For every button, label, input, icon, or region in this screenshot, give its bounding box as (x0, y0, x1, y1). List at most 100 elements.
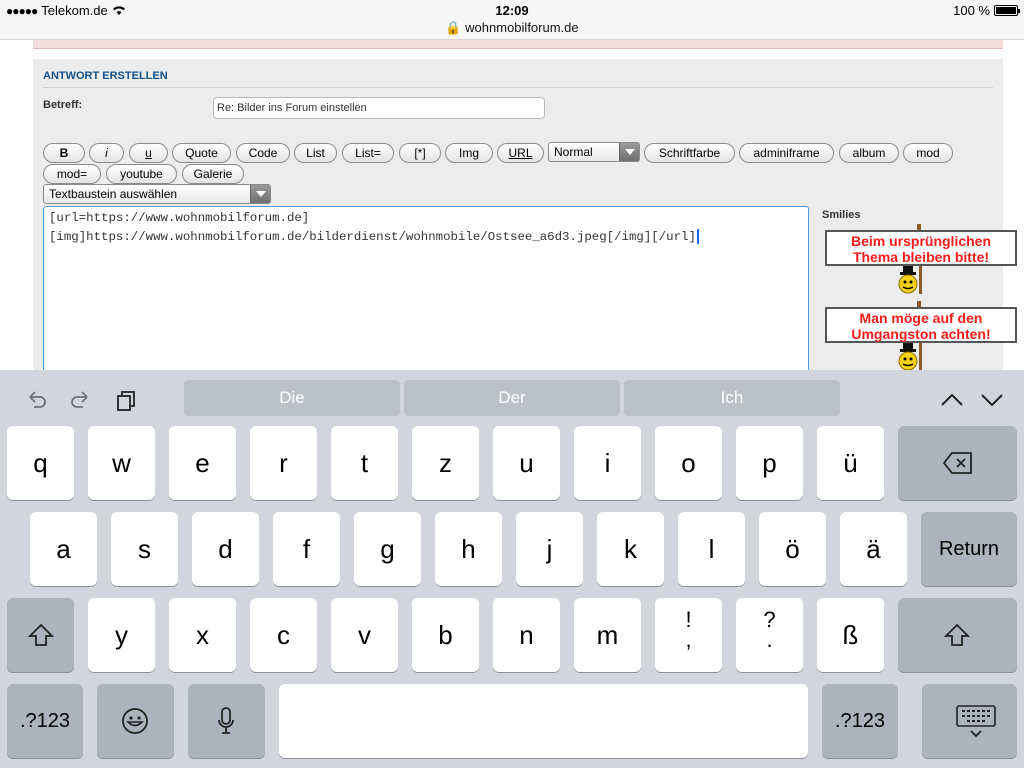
key-c[interactable]: c (250, 598, 317, 672)
key-u-umlaut[interactable]: ü (817, 426, 884, 500)
address-url: wohnmobilforum.de (465, 20, 579, 35)
list-button[interactable]: List (294, 143, 337, 163)
key-e[interactable]: e (169, 426, 236, 500)
key-o[interactable]: o (655, 426, 722, 500)
notice-bar (33, 40, 1003, 49)
key-z[interactable]: z (412, 426, 479, 500)
key-d[interactable]: d (192, 512, 259, 586)
shift-icon (28, 623, 54, 646)
message-textarea[interactable]: [url=https://www.wohnmobilforum.de] [img… (43, 206, 809, 381)
key-u[interactable]: u (493, 426, 560, 500)
key-r[interactable]: r (250, 426, 317, 500)
shift-key-left[interactable] (7, 598, 74, 672)
key-x[interactable]: x (169, 598, 236, 672)
numbers-key-right[interactable]: .?123 (822, 684, 898, 758)
text-snippet-select[interactable]: Textbaustein auswählen (43, 184, 271, 204)
smiley-top-hat-icon (898, 264, 922, 294)
key-o-umlaut[interactable]: ö (759, 512, 826, 586)
list-item-button[interactable]: [*] (399, 143, 441, 163)
key-a[interactable]: a (30, 512, 97, 586)
list-ordered-button[interactable]: List= (342, 143, 394, 163)
dictation-key[interactable] (188, 684, 265, 758)
italic-button[interactable]: i (89, 143, 124, 163)
font-color-button[interactable]: Schriftfarbe (644, 143, 735, 163)
dropdown-arrow-icon (250, 185, 270, 203)
suggestion-der[interactable]: Der (404, 380, 620, 416)
message-line-2: [img]https://www.wohnmobilforum.de/bilde… (49, 230, 696, 244)
microphone-icon (218, 707, 234, 734)
key-exclamation-comma[interactable]: ! , (655, 598, 722, 672)
key-comma-label: , (685, 627, 692, 652)
panel-title: ANTWORT ERSTELLEN (43, 70, 168, 82)
smiley-top-hat-icon (898, 341, 922, 371)
emoji-key[interactable] (97, 684, 174, 758)
paste-icon[interactable] (115, 388, 139, 412)
code-button[interactable]: Code (236, 143, 290, 163)
backspace-key[interactable] (898, 426, 1017, 500)
url-button[interactable]: URL (497, 143, 544, 163)
shift-key-right[interactable] (898, 598, 1017, 672)
bold-button[interactable]: B (43, 143, 85, 163)
key-g[interactable]: g (354, 512, 421, 586)
smilies-label: Smilies (822, 209, 861, 221)
lock-icon: 🔒 (445, 20, 462, 35)
suggestion-die[interactable]: Die (184, 380, 400, 416)
key-l[interactable]: l (678, 512, 745, 586)
key-t[interactable]: t (331, 426, 398, 500)
address-bar[interactable]: 🔒 wohnmobilforum.de (0, 20, 1024, 36)
font-size-value: Normal (554, 145, 593, 159)
smiley-tone-sign[interactable]: Man möge auf den Umgangston achten! (825, 301, 1017, 371)
img-button[interactable]: Img (445, 143, 493, 163)
smiley-topic-sign[interactable]: Beim ursprünglichen Thema bleiben bitte! (825, 224, 1017, 294)
key-m[interactable]: m (574, 598, 641, 672)
mod-equals-button[interactable]: mod= (43, 164, 101, 184)
key-y[interactable]: y (88, 598, 155, 672)
mod-button[interactable]: mod (903, 143, 953, 163)
hide-keyboard-key[interactable] (922, 684, 1017, 758)
space-bar[interactable] (279, 684, 808, 758)
status-bar: ●●●●● Telekom.de 12:09 🔒 wohnmobilforum.… (0, 0, 1024, 40)
key-h[interactable]: h (435, 512, 502, 586)
key-i[interactable]: i (574, 426, 641, 500)
key-s[interactable]: s (111, 512, 178, 586)
numbers-key-left[interactable]: .?123 (7, 684, 83, 758)
battery-percent: 100 % (953, 3, 990, 18)
chevron-up-icon[interactable] (940, 390, 964, 410)
undo-icon[interactable] (24, 388, 48, 412)
gallery-button[interactable]: Galerie (182, 164, 244, 184)
battery-icon (994, 5, 1020, 16)
redo-icon[interactable] (69, 388, 93, 412)
subject-label: Betreff: (43, 99, 83, 111)
backspace-icon (942, 452, 972, 474)
key-period-label: . (766, 627, 773, 652)
message-line-1: [url=https://www.wohnmobilforum.de] (49, 211, 310, 225)
key-f[interactable]: f (273, 512, 340, 586)
subject-input[interactable]: Re: Bilder ins Forum einstellen (213, 97, 545, 119)
clock: 12:09 (495, 3, 529, 18)
smiley-sign-text-1: Beim ursprünglichen Thema bleiben bitte! (825, 230, 1017, 266)
smiley-sign-text-2: Man möge auf den Umgangston achten! (825, 307, 1017, 343)
quote-button[interactable]: Quote (172, 143, 231, 163)
key-a-umlaut[interactable]: ä (840, 512, 907, 586)
key-sharp-s[interactable]: ß (817, 598, 884, 672)
font-size-select[interactable]: Normal (548, 142, 640, 162)
key-b[interactable]: b (412, 598, 479, 672)
dropdown-arrow-icon (619, 143, 639, 161)
key-w[interactable]: w (88, 426, 155, 500)
album-button[interactable]: album (839, 143, 899, 163)
underline-button[interactable]: u (129, 143, 168, 163)
return-key[interactable]: Return (921, 512, 1017, 586)
adminiframe-button[interactable]: adminiframe (739, 143, 834, 163)
youtube-button[interactable]: youtube (106, 164, 177, 184)
key-n[interactable]: n (493, 598, 560, 672)
key-q[interactable]: q (7, 426, 74, 500)
chevron-down-icon[interactable] (980, 390, 1004, 410)
text-snippet-value: Textbaustein auswählen (49, 187, 178, 201)
key-j[interactable]: j (516, 512, 583, 586)
keyboard-toolbar: Die Der Ich (0, 370, 1024, 426)
key-p[interactable]: p (736, 426, 803, 500)
key-v[interactable]: v (331, 598, 398, 672)
key-question-period[interactable]: ? . (736, 598, 803, 672)
suggestion-ich[interactable]: Ich (624, 380, 840, 416)
key-k[interactable]: k (597, 512, 664, 586)
